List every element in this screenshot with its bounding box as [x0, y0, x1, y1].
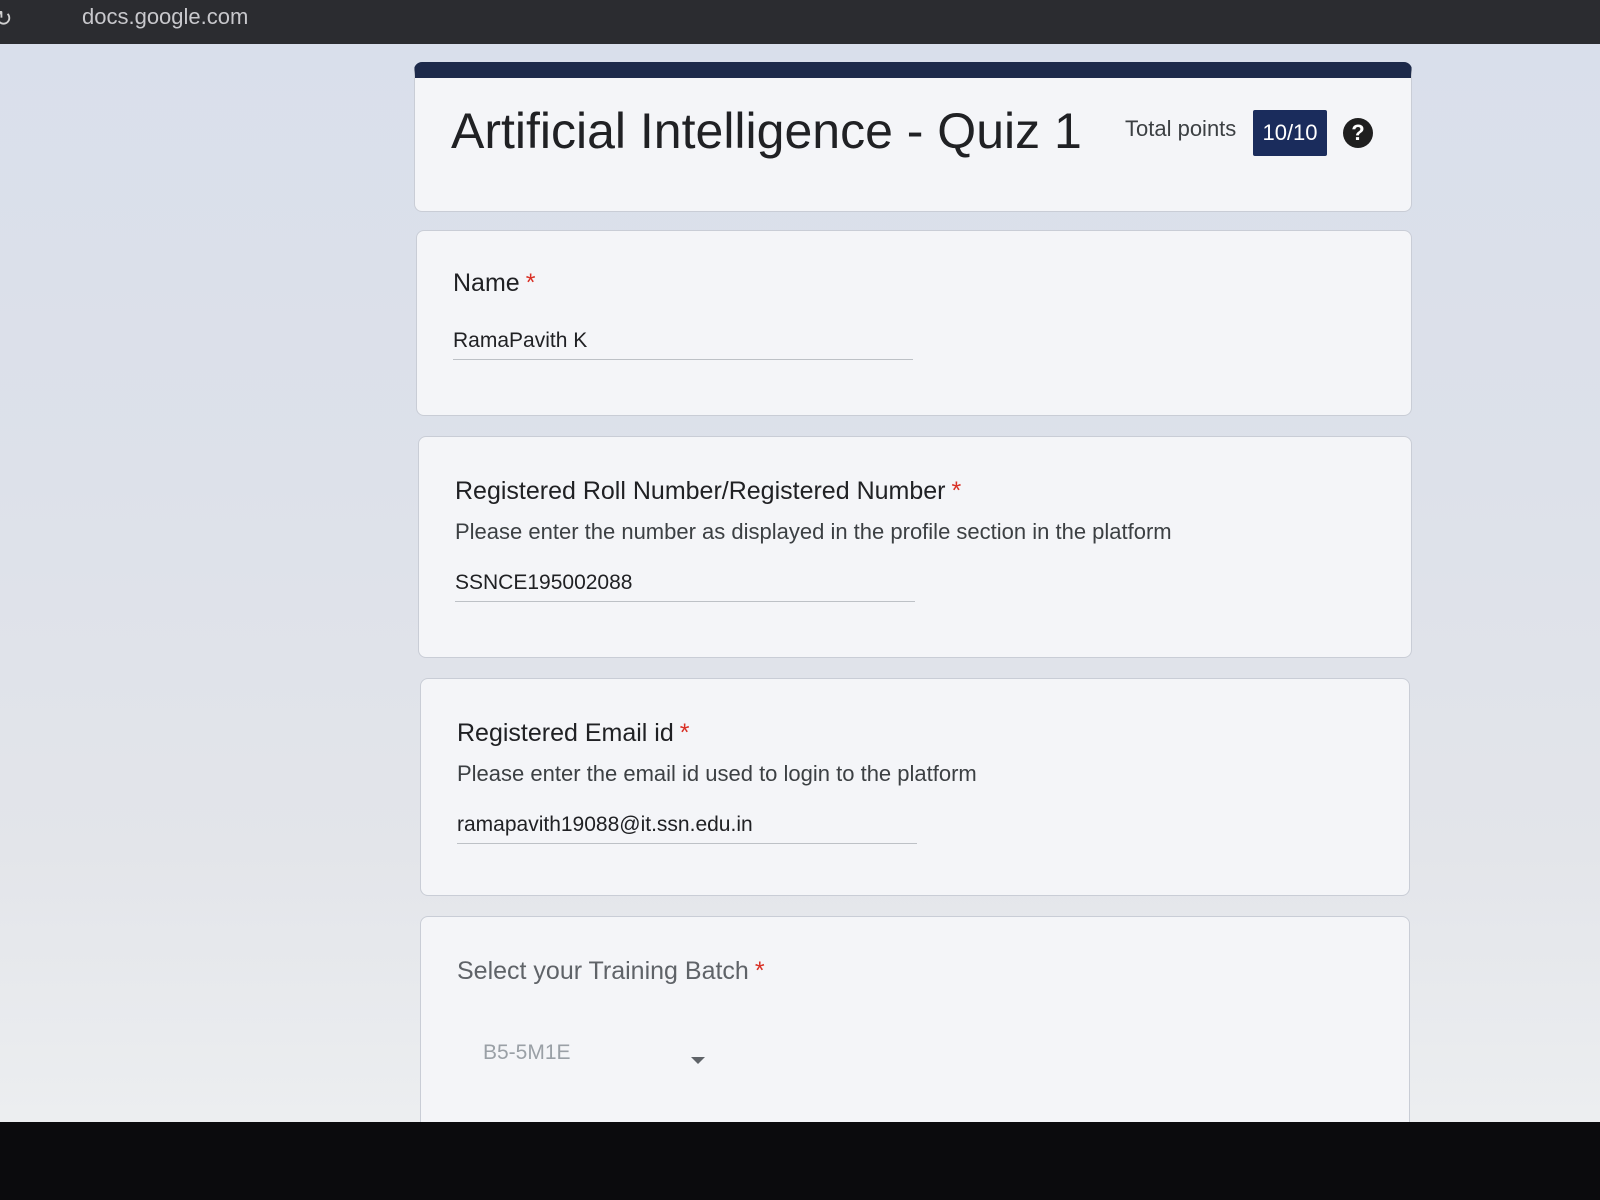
score-badge: 10/10	[1253, 110, 1327, 156]
question-description: Please enter the number as displayed in …	[455, 519, 1172, 544]
question-card-roll-number: Registered Roll Number/Registered Number…	[418, 436, 1412, 658]
required-mark: *	[525, 269, 536, 297]
reload-icon[interactable]: ↻	[0, 6, 12, 32]
question-card-training-batch: Select your Training Batch * B5-5M1E	[420, 916, 1410, 1136]
browser-address-bar[interactable]: ↻ docs.google.com	[0, 0, 1600, 44]
question-description: Please enter the email id used to login …	[457, 761, 977, 786]
form-header-card: Artificial Intelligence - Quiz 1 Total p…	[414, 62, 1412, 212]
question-card-name: Name * RamaPavith K	[416, 230, 1412, 416]
question-title: Select your Training Batch	[457, 957, 749, 985]
required-mark: *	[754, 957, 765, 985]
question-label: Select your Training Batch *	[457, 957, 765, 986]
question-title: Registered Roll Number/Registered Number	[455, 477, 946, 505]
question-card-email: Registered Email id * Please enter the em…	[420, 678, 1410, 896]
question-label: Registered Email id *	[457, 719, 690, 748]
screen-bezel	[0, 1122, 1600, 1200]
form-page: Artificial Intelligence - Quiz 1 Total p…	[0, 44, 1600, 1136]
total-points-label: Total points	[1125, 116, 1237, 141]
question-title: Name	[453, 269, 520, 297]
email-field[interactable]: ramapavith19088@it.ssn.edu.in	[457, 813, 917, 844]
question-label: Registered Roll Number/Registered Number…	[455, 477, 961, 506]
page-title: Artificial Intelligence - Quiz 1	[451, 103, 1082, 159]
required-mark: *	[679, 719, 690, 747]
url-domain[interactable]: docs.google.com	[82, 4, 248, 30]
training-batch-select[interactable]: B5-5M1E	[483, 1041, 571, 1065]
roll-number-field[interactable]: SSNCE195002088	[455, 571, 915, 602]
question-title: Registered Email id	[457, 719, 674, 747]
chevron-down-icon[interactable]	[691, 1057, 705, 1064]
required-mark: *	[951, 477, 962, 505]
question-label: Name *	[453, 269, 535, 298]
help-icon[interactable]: ?	[1343, 118, 1373, 148]
name-field[interactable]: RamaPavith K	[453, 329, 913, 360]
